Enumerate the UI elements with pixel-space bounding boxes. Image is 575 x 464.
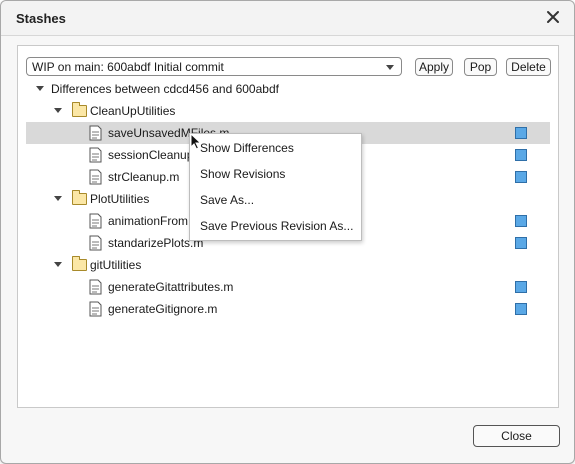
- apply-button[interactable]: Apply: [415, 58, 453, 76]
- folder-icon: [72, 190, 87, 205]
- chevron-down-icon[interactable]: [36, 86, 44, 91]
- file-icon: [89, 279, 102, 295]
- file-icon: [89, 301, 102, 317]
- menu-item-show-revisions[interactable]: Show Revisions: [190, 161, 361, 185]
- chevron-down-icon[interactable]: [54, 196, 62, 201]
- status-icon: [515, 171, 527, 183]
- menu-item-label: Save Previous Revision As...: [200, 219, 354, 233]
- status-icon: [515, 237, 527, 249]
- delete-button[interactable]: Delete: [506, 58, 551, 76]
- chevron-down-icon[interactable]: [54, 262, 62, 267]
- context-menu: Show Differences Show Revisions Save As.…: [189, 133, 362, 241]
- pop-button[interactable]: Pop: [464, 58, 497, 76]
- folder-label: gitUtilities: [90, 258, 142, 272]
- menu-item-save-previous-revision-as[interactable]: Save Previous Revision As...: [190, 213, 361, 237]
- status-icon: [515, 215, 527, 227]
- folder-icon: [72, 256, 87, 271]
- file-label: sessionCleanup: [108, 148, 194, 162]
- file-label: generateGitignore.m: [108, 302, 218, 316]
- status-icon: [515, 127, 527, 139]
- folder-label: PlotUtilities: [90, 192, 150, 206]
- file-icon: [89, 147, 102, 163]
- status-icon: [515, 149, 527, 161]
- file-icon: [89, 213, 102, 229]
- dialog-title: Stashes: [16, 11, 66, 26]
- tree-file-row[interactable]: generateGitignore.m: [26, 298, 550, 320]
- file-icon: [89, 169, 102, 185]
- stashes-dialog: Stashes WIP on main: 600abdf Initial com…: [0, 0, 575, 464]
- folder-label: CleanUpUtilities: [90, 104, 176, 118]
- menu-item-show-differences[interactable]: Show Differences: [190, 135, 361, 159]
- file-icon: [89, 235, 102, 251]
- file-label: animationFrom: [108, 214, 189, 228]
- tree-folder-row[interactable]: gitUtilities: [26, 254, 550, 276]
- mouse-cursor-icon: [190, 133, 202, 150]
- status-icon: [515, 281, 527, 293]
- menu-item-save-as[interactable]: Save As...: [190, 187, 361, 211]
- close-button[interactable]: Close: [473, 425, 560, 447]
- menu-item-label: Show Differences: [200, 141, 294, 155]
- status-icon: [515, 303, 527, 315]
- tree-root-label: Differences between cdcd456 and 600abdf: [51, 82, 279, 96]
- close-icon[interactable]: [545, 9, 561, 25]
- file-label: generateGitattributes.m: [108, 280, 234, 294]
- menu-item-label: Save As...: [200, 193, 255, 207]
- chevron-down-icon[interactable]: [54, 108, 62, 113]
- file-icon: [89, 125, 102, 141]
- stash-select[interactable]: WIP on main: 600abdf Initial commit: [26, 57, 402, 76]
- tree-folder-row[interactable]: CleanUpUtilities: [26, 100, 550, 122]
- stash-select-value: WIP on main: 600abdf Initial commit: [32, 60, 224, 74]
- title-bar: Stashes: [1, 1, 574, 36]
- tree-root-row[interactable]: Differences between cdcd456 and 600abdf: [26, 78, 550, 100]
- menu-item-label: Show Revisions: [200, 167, 286, 181]
- tree-file-row[interactable]: generateGitattributes.m: [26, 276, 550, 298]
- file-label: strCleanup.m: [108, 170, 180, 184]
- folder-icon: [72, 102, 87, 117]
- chevron-down-icon: [386, 65, 394, 70]
